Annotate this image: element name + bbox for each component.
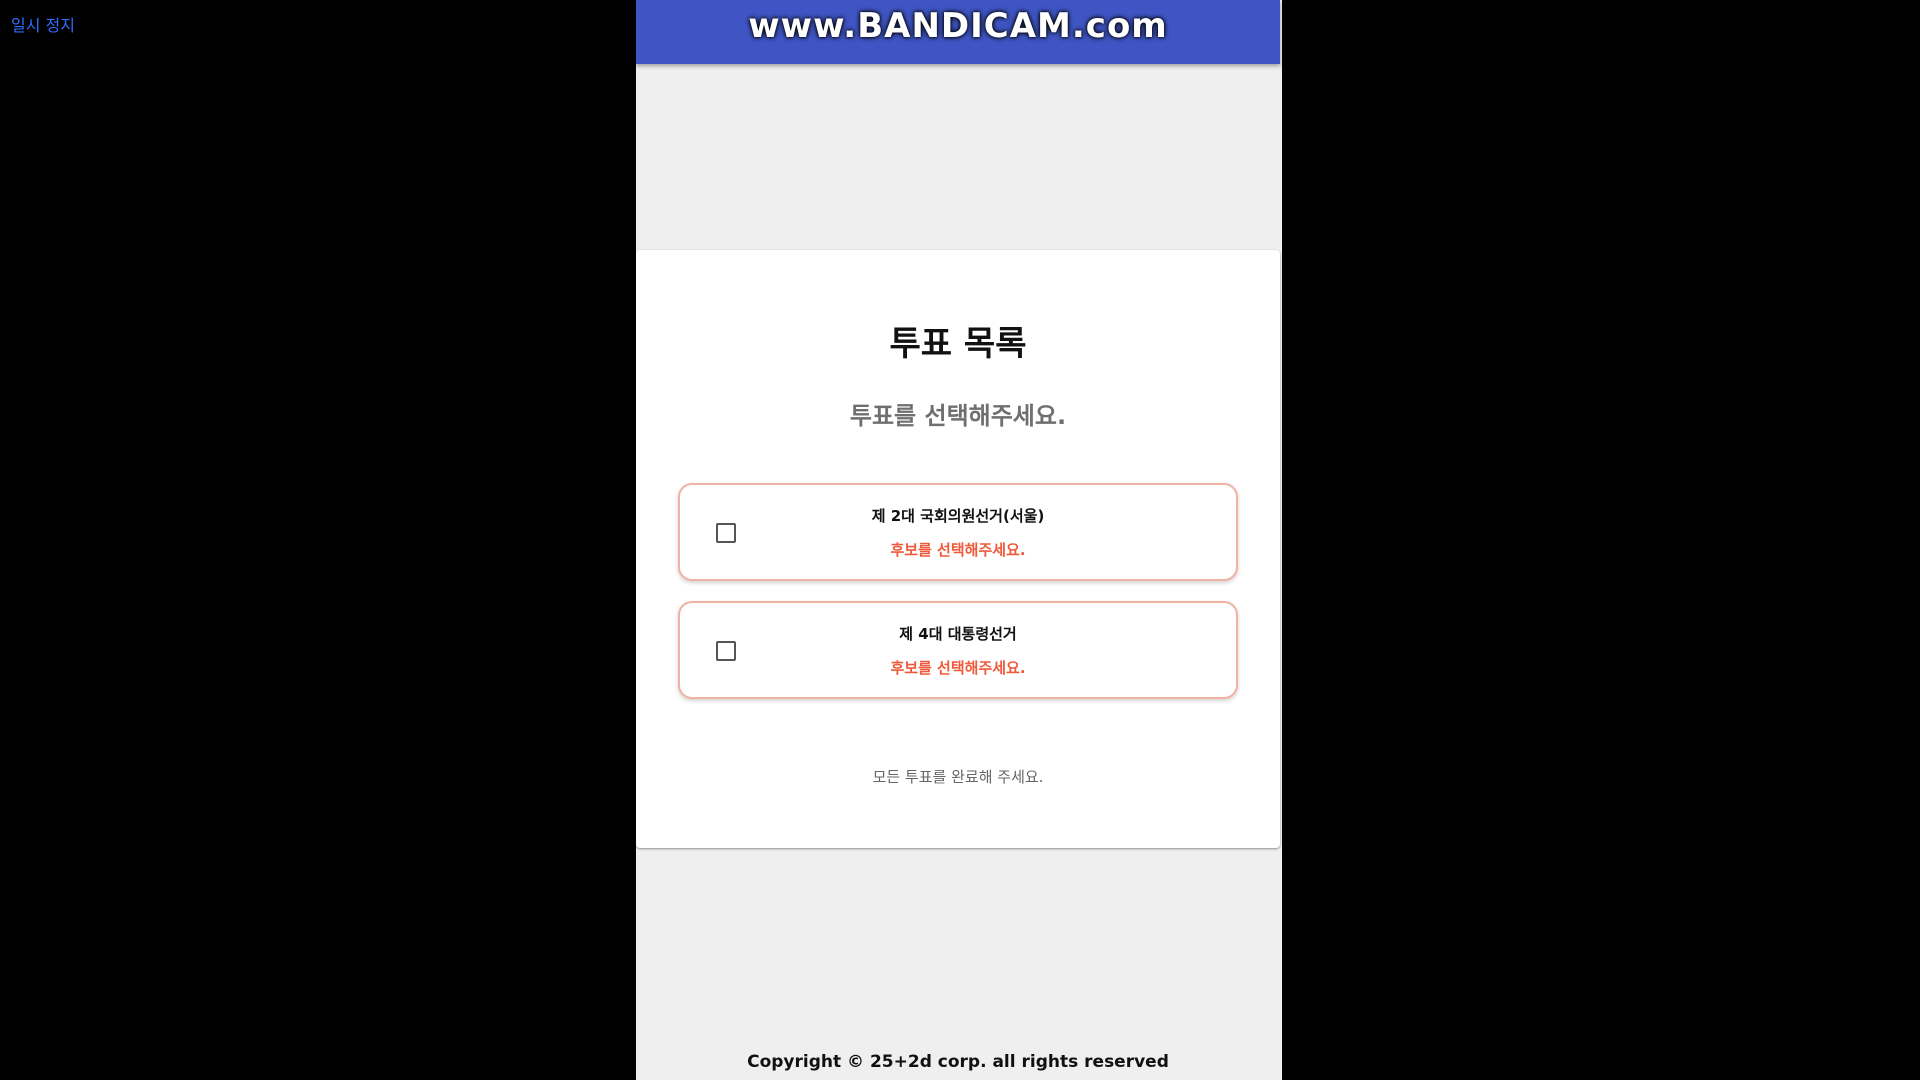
mobile-viewport: www.BANDICAM.com 투표 목록 투표를 선택해주세요. 제 2대 … (636, 0, 1282, 1080)
pause-label[interactable]: 일시 정지 (11, 12, 75, 36)
recording-watermark: www.BANDICAM.com (748, 6, 1168, 46)
vote-name: 제 2대 국회의원선거(서울) (871, 507, 1045, 525)
vote-list-card: 투표 목록 투표를 선택해주세요. 제 2대 국회의원선거(서울) 후보를 선택… (636, 250, 1280, 848)
page-title: 투표 목록 (889, 324, 1027, 364)
vote-item[interactable]: 제 2대 국회의원선거(서울) 후보를 선택해주세요. (678, 483, 1238, 581)
vote-status: 후보를 선택해주세요. (890, 541, 1026, 559)
vote-item[interactable]: 제 4대 대통령선거 후보를 선택해주세요. (678, 601, 1238, 699)
vote-name: 제 4대 대통령선거 (899, 625, 1017, 643)
copyright-footer: Copyright © 25+2d corp. all rights reser… (747, 1052, 1169, 1072)
page-subtitle: 투표를 선택해주세요. (849, 402, 1067, 430)
completion-note: 모든 투표를 완료해 주세요. (872, 768, 1044, 786)
header-bar: www.BANDICAM.com (636, 0, 1280, 64)
vote-status: 후보를 선택해주세요. (890, 659, 1026, 677)
